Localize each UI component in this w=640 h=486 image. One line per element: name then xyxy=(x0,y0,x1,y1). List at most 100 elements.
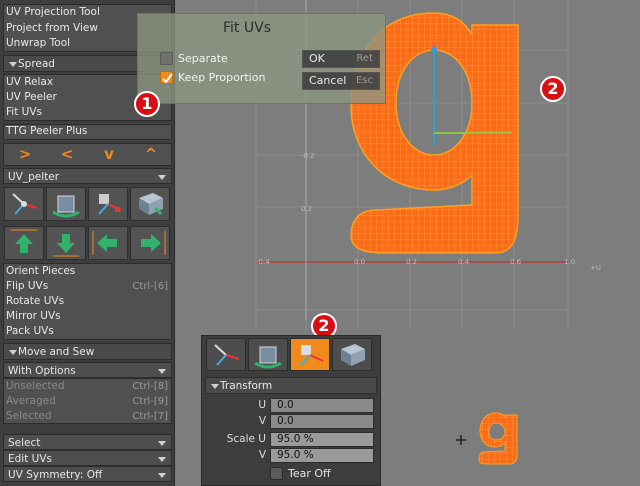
separate-label: Separate xyxy=(178,52,228,65)
tick-label: 0.4 xyxy=(458,258,470,266)
ok-shortcut: Ret xyxy=(356,53,373,64)
keep-proportion-label: Keep Proportion xyxy=(178,71,266,84)
item-label: UV Relax xyxy=(6,76,54,88)
item-label: Project from View xyxy=(6,22,98,34)
ttg-peeler-plus-item[interactable]: TTG Peeler Plus xyxy=(3,124,172,139)
cancel-label: Cancel xyxy=(309,74,347,87)
tick-label: 0.0 xyxy=(354,258,366,266)
tear-off-checkbox[interactable] xyxy=(270,467,283,480)
shortcut-label: Ctrl-[9] xyxy=(132,396,168,407)
v-value: 0.0 xyxy=(277,415,294,427)
rotate-uvs-item[interactable]: Rotate UVs xyxy=(3,294,172,309)
transform-header[interactable]: Transform xyxy=(205,377,377,394)
pack-uvs-item[interactable]: Pack UVs xyxy=(3,324,172,339)
cancel-button[interactable]: Cancel Esc xyxy=(302,72,380,90)
cursor-icon xyxy=(456,435,466,445)
keep-proportion-checkbox[interactable] xyxy=(160,71,173,84)
dropdown-label: Edit UVs xyxy=(8,453,53,465)
dropdown-label: With Options xyxy=(8,365,76,377)
scale-tab-icon[interactable] xyxy=(290,338,330,371)
move-and-sew-header[interactable]: Move and Sew xyxy=(3,343,172,360)
dialog-title: Fit UVs xyxy=(223,20,271,36)
cancel-shortcut: Esc xyxy=(355,75,373,86)
rotate-cube-icon xyxy=(52,195,80,218)
tick-label: -0.4 xyxy=(256,258,270,266)
green-arrow-right-icon xyxy=(141,231,166,255)
checkmark-icon xyxy=(162,73,173,84)
rotate-uv-tool-icon[interactable] xyxy=(46,187,86,221)
arrow-up-button[interactable]: ^ xyxy=(131,144,171,164)
sew-averaged-item[interactable]: Averaged Ctrl-[9] xyxy=(3,394,172,409)
shortcut-label: Ctrl-[6] xyxy=(132,281,168,292)
with-options-dropdown[interactable]: With Options xyxy=(3,362,172,378)
tear-off-label: Tear Off xyxy=(288,467,331,480)
item-label: Mirror UVs xyxy=(6,310,61,322)
select-dropdown[interactable]: Select xyxy=(3,434,172,450)
edit-uvs-dropdown[interactable]: Edit UVs xyxy=(3,450,172,466)
item-label: Selected xyxy=(6,410,52,422)
ok-label: OK xyxy=(309,52,325,65)
axis-label: +U xyxy=(590,264,601,272)
transform-axis-icon xyxy=(12,193,38,215)
dropdown-label: UV_pelter xyxy=(8,171,60,183)
rotate-cube-icon xyxy=(254,346,282,369)
tick-label: 0.2 xyxy=(301,205,313,213)
flatten-uv-tool-icon[interactable] xyxy=(130,187,170,221)
sew-selected-item[interactable]: Selected Ctrl-[7] xyxy=(3,409,172,424)
item-label: Fit UVs xyxy=(6,106,42,118)
uv-pelter-dropdown[interactable]: UV_pelter xyxy=(3,168,172,184)
item-label: UV Projection Tool xyxy=(6,6,100,18)
transform-header-label: Transform xyxy=(220,380,273,392)
separate-checkbox[interactable] xyxy=(160,52,173,65)
move-left-button[interactable] xyxy=(88,226,128,260)
arrow-right-button[interactable]: > xyxy=(5,144,45,164)
u-label: U xyxy=(258,399,266,411)
step-badge-1: 1 xyxy=(134,91,160,117)
item-label: Unselected xyxy=(6,380,65,392)
rotate-tab-icon[interactable] xyxy=(248,338,288,371)
shortcut-label: Ctrl-[7] xyxy=(132,411,168,422)
uv-symmetry-dropdown[interactable]: UV Symmetry: Off xyxy=(3,466,172,482)
shortcut-label: Ctrl-[8] xyxy=(132,381,168,392)
scale-axis-icon xyxy=(98,194,122,215)
move-tab-icon[interactable] xyxy=(206,338,246,371)
scale-u-value: 95.0 % xyxy=(277,433,314,445)
spread-header-label: Spread xyxy=(18,58,55,70)
move-uv-tool-icon[interactable] xyxy=(4,187,44,221)
green-arrow-up-icon xyxy=(11,229,37,253)
flatten-tab-icon[interactable] xyxy=(332,338,372,371)
dropdown-label: UV Symmetry: Off xyxy=(8,469,103,481)
sew-unselected-item[interactable]: Unselected Ctrl-[8] xyxy=(3,379,172,394)
transform-axis-icon xyxy=(214,344,240,366)
scale-uv-tool-icon[interactable] xyxy=(88,187,128,221)
scale-u-label: Scale U xyxy=(226,433,266,445)
flatten-cube-icon xyxy=(139,193,163,216)
v-offset-field[interactable]: 0.0 xyxy=(270,414,374,429)
ok-button[interactable]: OK Ret xyxy=(302,50,380,68)
orient-pieces-item[interactable]: Orient Pieces xyxy=(3,264,172,279)
u-value: 0.0 xyxy=(277,399,294,411)
scale-u-field[interactable]: 95.0 % xyxy=(270,432,374,447)
fit-uvs-dialog: Fit UVs Separate Keep Proportion OK Ret C… xyxy=(137,13,386,104)
arrow-down-button[interactable]: v xyxy=(89,144,129,164)
move-and-sew-label: Move and Sew xyxy=(18,346,95,358)
tick-label: 1.0 xyxy=(564,258,576,266)
move-down-button[interactable] xyxy=(46,226,86,260)
tick-label: 0.2 xyxy=(406,258,418,266)
move-right-button[interactable] xyxy=(130,226,170,260)
tick-label: 0.6 xyxy=(510,258,522,266)
step-badge-2-viewport: 2 xyxy=(540,76,566,102)
green-arrow-left-icon xyxy=(92,231,117,255)
item-label: Pack UVs xyxy=(6,325,54,337)
item-label: Orient Pieces xyxy=(6,265,76,277)
uv-island-small-g[interactable] xyxy=(476,405,526,475)
move-up-button[interactable] xyxy=(4,226,44,260)
v-label: V xyxy=(258,415,266,427)
tick-label: -0.2 xyxy=(301,152,315,160)
scale-v-label: V xyxy=(258,449,266,461)
arrow-left-button[interactable]: < xyxy=(47,144,87,164)
mirror-uvs-item[interactable]: Mirror UVs xyxy=(3,309,172,324)
flip-uvs-item[interactable]: Flip UVs Ctrl-[6] xyxy=(3,279,172,294)
u-offset-field[interactable]: 0.0 xyxy=(270,398,374,413)
scale-v-field[interactable]: 95.0 % xyxy=(270,448,374,463)
